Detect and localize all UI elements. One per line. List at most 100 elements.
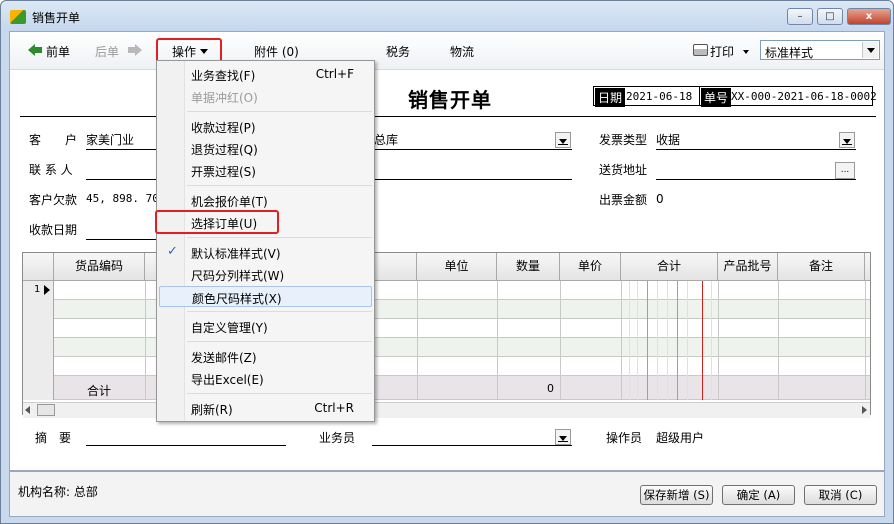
menu-item-default-style[interactable]: ✓ 默认标准样式(V) [159,242,372,263]
menu-item-label: 单据冲红(O) [191,91,258,105]
col-divider [778,281,779,400]
style-select[interactable]: 标准样式 [760,40,880,60]
row-header[interactable] [23,357,54,376]
next-button[interactable]: 后单 [95,43,119,60]
digit-divider-blue [677,281,678,400]
invoice-type-underline [656,149,856,150]
salesperson-dropdown-icon[interactable] [555,429,571,445]
print-button[interactable]: 打印 [710,43,734,60]
scroll-right-icon[interactable] [862,406,867,414]
logistics-button[interactable]: 物流 [450,43,474,60]
operator-value: 超级用户 [656,431,705,445]
menu-separator [187,393,372,394]
col-header-qty[interactable]: 数量 [497,253,560,281]
row-header[interactable] [23,319,54,338]
items-grid[interactable]: 货品编码 单位 数量 单价 合计 产品批号 备注 1 合计 0 [22,252,871,415]
grid-corner [23,253,54,281]
menu-item-reverse[interactable]: 单据冲红(O) [159,86,372,107]
col-header-unit[interactable]: 单位 [417,253,497,281]
tax-button[interactable]: 税务 [386,43,410,60]
salesperson-underline [372,445,572,446]
col-divider [560,281,561,400]
grid-scrollbar[interactable] [23,402,870,418]
col-header-remark[interactable]: 备注 [778,253,865,281]
invoice-amount-label: 出票金额 [599,193,648,207]
total-row [23,376,870,400]
collect-date-underline[interactable] [86,239,158,240]
salesperson-label: 业务员 [319,431,356,445]
title-bar[interactable]: 销售开单 – □ x [1,1,893,31]
menu-item-label: 默认标准样式(V) [191,247,281,261]
col-divider [417,281,418,400]
debt-label: 客户欠款 [29,193,78,207]
menu-item-export-excel[interactable]: 导出Excel(E) [159,368,372,389]
menu-item-collection[interactable]: 收款过程(P) [159,116,372,137]
menu-item-label: 导出Excel(E) [191,373,264,387]
row-header[interactable] [23,300,54,319]
invoice-type-value[interactable]: 收据 [656,131,680,148]
customer-value[interactable]: 家美门业 [86,131,134,148]
ship-addr-underline [656,179,856,180]
close-button[interactable]: x [847,8,891,25]
cancel-button[interactable]: 取消 (C) [804,485,877,505]
menu-item-find[interactable]: 业务查找(F) Ctrl+F [159,64,372,85]
collect-date-label: 收款日期 [29,223,78,237]
toolbar: 前单 后单 操作 附件 (0) 税务 物流 打印 标准样式 [10,32,884,70]
col-header-price[interactable]: 单价 [560,253,621,281]
ship-addr-label: 送货地址 [599,163,648,177]
contact-extra-underline [374,179,572,180]
menu-item-return[interactable]: 退货过程(Q) [159,138,372,159]
minimize-button[interactable]: – [787,8,813,25]
menu-item-refresh[interactable]: 刷新(R) Ctrl+R [159,398,372,419]
footer-bar: 机构名称: 总部 保存新增 (S) 确定 (A) 取消 (C) [9,471,885,517]
attachments-button[interactable]: 附件 (0) [254,43,299,60]
title-underline [20,116,876,117]
invoice-amount-value: 0 [656,192,664,206]
col-header-total[interactable]: 合计 [621,253,718,281]
menu-item-color-size-style[interactable]: 颜色尺码样式(X) [159,286,372,307]
maximize-button[interactable]: □ [817,8,843,25]
menu-item-shortcut: Ctrl+R [314,401,354,415]
operate-menu-button[interactable]: 操作 [172,43,196,60]
table-row[interactable] [23,319,870,338]
summary-underline[interactable] [86,445,286,446]
row-header[interactable]: 1 [23,281,54,300]
menu-item-custom-manage[interactable]: 自定义管理(Y) [159,316,372,337]
warehouse-underline [374,149,572,150]
menu-item-shortcut: Ctrl+F [315,67,354,81]
row-header[interactable] [23,338,54,357]
table-row[interactable] [23,338,870,357]
menu-separator [187,311,372,312]
warehouse-dropdown-icon[interactable] [555,132,571,148]
row-header [23,376,54,400]
table-row[interactable] [23,281,870,300]
invoice-type-dropdown-icon[interactable] [839,132,855,148]
menu-item-send-mail[interactable]: 发送邮件(Z) [159,346,372,367]
document-title: 销售开单 [408,88,492,112]
scroll-thumb[interactable] [37,404,55,416]
menu-item-invoice[interactable]: 开票过程(S) [159,160,372,181]
col-header-batch[interactable]: 产品批号 [718,253,778,281]
menu-item-label: 开票过程(S) [191,165,256,179]
warehouse-value[interactable]: 总库 [374,131,398,148]
app-icon [10,10,26,24]
table-row[interactable] [23,300,870,319]
menu-item-label: 颜色尺码样式(X) [192,292,282,306]
table-row[interactable] [23,357,870,376]
contact-label: 联 系 人 [29,163,73,177]
menu-item-label: 收款过程(P) [191,121,256,135]
col-header-code[interactable]: 货品编码 [54,253,145,281]
menu-item-size-style[interactable]: 尺码分列样式(W) [159,264,372,285]
date-value[interactable]: 2021-06-18 [626,90,692,103]
scroll-left-icon[interactable] [25,406,30,414]
digit-divider [711,281,712,400]
decimal-divider-red [702,281,703,400]
digit-divider [637,281,638,400]
ship-addr-browse-button[interactable]: ... [835,162,855,179]
save-new-button[interactable]: 保存新增 (S) [640,485,713,505]
ok-button[interactable]: 确定 (A) [722,485,795,505]
checkmark-icon: ✓ [167,244,178,259]
menu-item-quote[interactable]: 机会报价单(T) [159,190,372,211]
col-divider [145,281,146,400]
prev-button[interactable]: 前单 [46,43,70,60]
